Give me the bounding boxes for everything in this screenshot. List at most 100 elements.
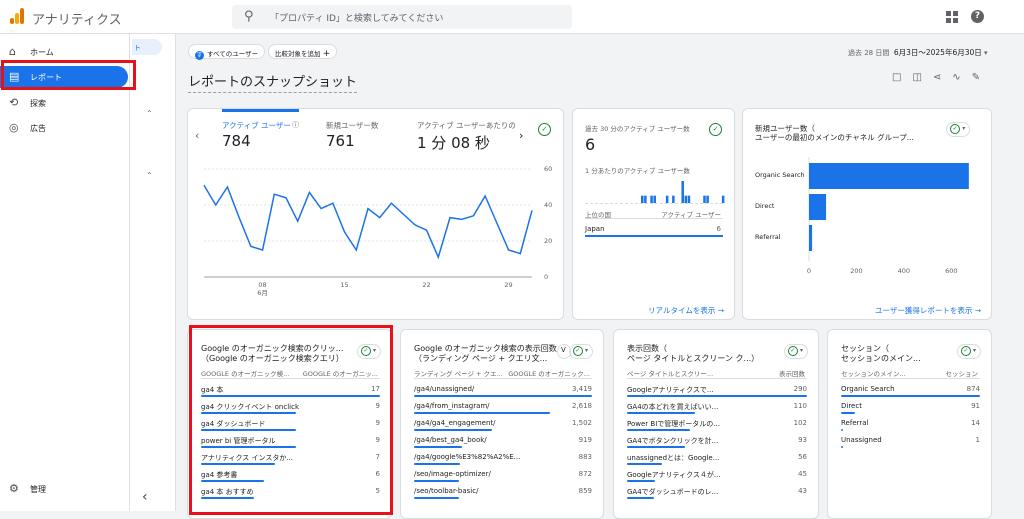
metric-label-new-users[interactable]: 新規ユーザー数 [326, 120, 378, 131]
x-month-label: 6月 [257, 289, 268, 297]
search-bar[interactable]: ⚲ 「プロパティ ID」と検索してみてください [232, 5, 572, 29]
help-icon[interactable]: ? [971, 10, 984, 23]
table-title-line2[interactable]: ページ タイトルとスクリーン ク...） [627, 353, 759, 364]
caret-down-icon: ▾ [799, 347, 803, 354]
collapse-sidebar-icon[interactable]: ‹ [142, 489, 148, 505]
view-acquisition-link[interactable]: ユーザー獲得レポートを表示 → [875, 305, 981, 316]
chevron-right-icon[interactable]: › [519, 129, 523, 142]
caret-down-icon: ▾ [584, 347, 588, 354]
table-card: 表示回数（ ページ タイトルとスクリーン ク...） ✓ ▾ ページ タイトルとスクリ… [613, 329, 819, 519]
table-title-line2[interactable]: セッションのメイン... [841, 353, 921, 364]
channel-bar-chart: 0 200 400 600 Organic Search Direct Referral [755, 157, 969, 275]
date-prefix: 過去 28 日間 [848, 49, 890, 57]
table-row[interactable]: Googleアナリティクス４が... 45 [627, 470, 807, 487]
chevron-left-icon[interactable]: ‹ [195, 129, 199, 142]
compare-dropdown[interactable]: ✓ ▾ [946, 122, 971, 137]
overview-line-chart: 60 40 20 0 08 15 22 29 6月 [203, 165, 552, 297]
table-row[interactable]: unassignedとは：Google... 56 [627, 453, 807, 470]
table-title-line2[interactable]: （ランディング ページ + クエリ文... [414, 353, 547, 364]
table-row[interactable]: /ga4/from_instagram/ 2,618 [414, 402, 592, 419]
table-row[interactable]: /ga4/google%E3%82%A2%E... 883 [414, 453, 592, 470]
edit-icon[interactable]: ✎ [972, 72, 980, 83]
row-key: unassignedとは：Google... [627, 454, 720, 462]
row-bar [627, 480, 655, 482]
table-row[interactable]: GA4でボタンクリックを計... 93 [627, 436, 807, 453]
view-realtime-link[interactable]: リアルタイムを表示 → [648, 305, 724, 316]
share-icon[interactable]: ⋖ [933, 72, 941, 83]
compare-dropdown[interactable]: ✓ ▾ [568, 344, 593, 359]
gear-icon: ⚙ [9, 482, 19, 495]
apps-grid-icon[interactable] [946, 11, 958, 23]
caret-down-icon: ▾ [962, 125, 966, 132]
compare-dropdown[interactable]: ✓ ▾ [956, 344, 981, 359]
table-row[interactable]: /seo/toolbar-basic/ 859 [414, 487, 592, 504]
table-row[interactable]: /ga4/ga4_engagement/ 1,502 [414, 419, 592, 436]
channel-bar [809, 163, 969, 189]
table-row[interactable]: /ga4/best_ga4_book/ 919 [414, 436, 592, 453]
compare-columns-icon[interactable]: ◫ [912, 72, 921, 83]
info-icon[interactable]: ⓘ [292, 120, 299, 130]
row-key: Googleアナリティクス４が... [627, 471, 721, 479]
y-tick-label: 40 [544, 201, 552, 209]
category-label: Organic Search [755, 171, 805, 179]
channel-title-line2[interactable]: ユーザーの最初のメインのチャネル グループ... [755, 132, 914, 143]
per-minute-label: 1 分あたりのアクティブ ユーザー数 [585, 167, 690, 175]
subpanel-active-item[interactable]: ト [132, 39, 162, 55]
metric-label-active-users[interactable]: アクティブ ユーザー [222, 120, 291, 131]
sidebar-item-explore[interactable]: ⟲ 探索 [0, 92, 130, 114]
compare-dropdown[interactable]: ✓ ▾ [783, 344, 808, 359]
country-cell: Japan [585, 225, 605, 233]
search-input[interactable]: 「プロパティ ID」と検索してみてください [270, 11, 443, 24]
sidebar-item-admin[interactable]: ⚙ 管理 [0, 478, 130, 500]
home-icon: ⌂ [9, 45, 16, 58]
per-minute-bar [684, 195, 688, 203]
compare-check-icon[interactable]: ✓ [538, 123, 551, 136]
note-icon[interactable]: □ [892, 72, 901, 83]
table-row[interactable]: Googleアナリティクスで... 290 [627, 385, 807, 402]
table-row[interactable]: Power BIで管理ポータルの... 102 [627, 419, 807, 436]
metric-label-engagement-time[interactable]: アクティブ ユーザーあたりの [417, 120, 516, 131]
compare-check-icon[interactable]: ✓ [709, 123, 722, 136]
row-bar [627, 429, 690, 431]
row-value: 290 [793, 385, 807, 393]
user-avatar: す [195, 51, 204, 60]
compare-check-icon: ✓ [572, 346, 583, 356]
table-row[interactable]: Organic Search 874 [841, 385, 980, 402]
add-comparison-chip[interactable]: 比較対象を追加 + [268, 44, 338, 59]
active-metric-indicator [222, 109, 299, 112]
divider [841, 378, 980, 379]
table-row[interactable]: Referral 14 [841, 419, 980, 436]
row-key: Organic Search [841, 385, 895, 393]
row-bar [414, 429, 492, 431]
table-card: セッション（ セッションのメイン... ✓ ▾ セッションのメイン... セッション O… [827, 329, 992, 519]
insights-icon[interactable]: ∿ [952, 72, 960, 83]
row-bar [414, 395, 592, 397]
x-tick-label: 15 [340, 281, 348, 289]
chevron-up-icon[interactable]: ⌃ [146, 171, 153, 180]
users-cell: 6 [716, 225, 721, 233]
category-label: Direct [755, 202, 775, 210]
all-users-chip[interactable]: すすべてのユーザー [188, 44, 266, 60]
table-row[interactable]: Unassigned 1 [841, 436, 980, 453]
compare-check-icon: ✓ [960, 346, 971, 356]
chevron-up-icon[interactable]: ⌃ [146, 109, 153, 118]
chart-type-toggle-icon[interactable]: V [557, 344, 571, 359]
row-bar [627, 463, 662, 465]
table-row[interactable]: Direct 91 [841, 402, 980, 419]
sidebar-item-advertising[interactable]: ◎ 広告 [0, 117, 130, 139]
date-range-picker[interactable]: 過去 28 日間 6月3日～2025年6月30日 ▾ [848, 47, 988, 58]
table-row[interactable]: GA4の本どれを買えばいい... 110 [627, 402, 807, 419]
advertising-icon: ◎ [9, 121, 19, 134]
row-key: GA4の本どれを買えばいい... [627, 403, 719, 411]
per-minute-bar [650, 195, 653, 203]
analytics-logo[interactable] [10, 8, 24, 24]
x-tick-label: 08 [258, 281, 266, 289]
date-range: 6月3日～2025年6月30日 [893, 48, 982, 57]
row-bar [414, 412, 550, 414]
divider [414, 378, 592, 379]
table-row[interactable]: /ga4/unassigned/ 3,419 [414, 385, 592, 402]
x-tick-label: 29 [504, 281, 512, 289]
table-row[interactable]: GA4でダッシュボードのレ... 43 [627, 487, 807, 504]
table-row[interactable]: /seo/image-optimizer/ 872 [414, 470, 592, 487]
row-value: 1,502 [571, 419, 592, 427]
